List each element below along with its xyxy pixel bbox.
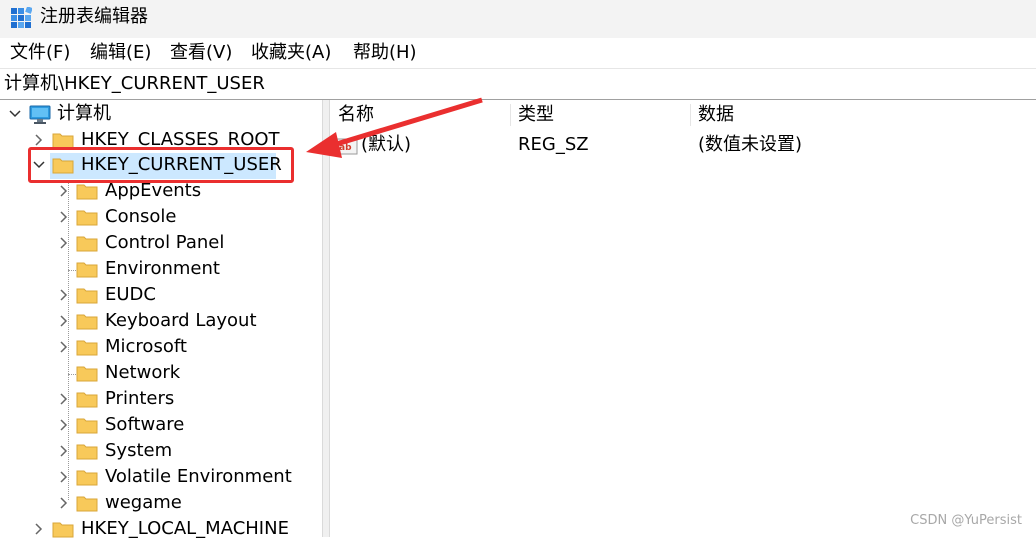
tree-node-child[interactable]: Network: [0, 361, 322, 387]
folder-icon: [52, 522, 74, 538]
folder-icon: [76, 210, 98, 226]
registry-editor-icon: [11, 7, 32, 28]
tree-node-child[interactable]: wegame: [0, 491, 322, 517]
tree-label-child: Environment: [105, 258, 220, 279]
column-header-name[interactable]: 名称: [330, 100, 510, 130]
tree-node-child[interactable]: Keyboard Layout: [0, 309, 322, 335]
tree-node-child[interactable]: System: [0, 439, 322, 465]
menu-file[interactable]: 文件(F): [10, 42, 70, 64]
values-pane[interactable]: 名称 类型 数据 ab (默认) REG_SZ (数值未设置): [330, 100, 1036, 537]
chevron-right-icon[interactable]: [57, 469, 71, 485]
tree-label-child: Printers: [105, 388, 175, 409]
pane-splitter[interactable]: [322, 100, 330, 537]
tree-label-child: System: [105, 440, 173, 461]
tree-node-child[interactable]: Printers: [0, 387, 322, 413]
column-header-type[interactable]: 类型: [510, 100, 690, 130]
chevron-right-icon[interactable]: [32, 132, 46, 148]
chevron-down-icon[interactable]: [8, 106, 22, 122]
title-bar: 注册表编辑器: [0, 0, 1036, 38]
tree-label-child: AppEvents: [105, 180, 202, 201]
menu-bar: 文件(F) 编辑(E) 查看(V) 收藏夹(A) 帮助(H): [0, 38, 1036, 69]
tree-label-child: Volatile Environment: [105, 466, 292, 487]
chevron-right-icon[interactable]: [57, 183, 71, 199]
chevron-right-icon[interactable]: [32, 521, 46, 537]
tree-label-computer: 计算机: [57, 103, 111, 124]
tree-node-child[interactable]: Microsoft: [0, 335, 322, 361]
tree-node-hkey-local-machine[interactable]: HKEY_LOCAL_MACHINE: [0, 517, 322, 543]
folder-icon: [76, 184, 98, 200]
address-bar[interactable]: 计算机\HKEY_CURRENT_USER: [0, 71, 1036, 100]
tree-node-child[interactable]: AppEvents: [0, 179, 322, 205]
folder-icon: [76, 444, 98, 460]
computer-icon: [29, 105, 51, 124]
chevron-right-icon[interactable]: [57, 313, 71, 329]
menu-edit[interactable]: 编辑(E): [90, 42, 151, 64]
folder-icon: [76, 236, 98, 252]
folder-icon: [76, 496, 98, 512]
tree-label-child: Keyboard Layout: [105, 310, 257, 331]
chevron-right-icon[interactable]: [57, 443, 71, 459]
watermark: CSDN @YuPersist: [910, 513, 1022, 528]
tree-node-computer[interactable]: 计算机: [0, 102, 322, 128]
folder-icon: [76, 366, 98, 382]
svg-text:ab: ab: [339, 143, 352, 153]
folder-icon: [76, 470, 98, 486]
column-header-data[interactable]: 数据: [690, 100, 990, 130]
tree-node-child[interactable]: Software: [0, 413, 322, 439]
folder-icon: [76, 340, 98, 356]
tree-node-child[interactable]: Environment: [0, 257, 322, 283]
menu-favorites[interactable]: 收藏夹(A): [251, 42, 331, 64]
tree-label-child: wegame: [105, 492, 182, 513]
tree-node-child[interactable]: Control Panel: [0, 231, 322, 257]
value-type: REG_SZ: [518, 134, 589, 155]
tree-node-child[interactable]: EUDC: [0, 283, 322, 309]
chevron-right-icon[interactable]: [57, 209, 71, 225]
value-name: (默认): [361, 134, 412, 155]
chevron-right-icon[interactable]: [57, 391, 71, 407]
value-data: (数值未设置): [698, 134, 803, 155]
folder-icon: [76, 418, 98, 434]
chevron-right-icon[interactable]: [57, 339, 71, 355]
string-value-icon: ab: [336, 138, 358, 155]
menu-view[interactable]: 查看(V): [170, 42, 232, 64]
folder-icon: [76, 314, 98, 330]
chevron-right-icon[interactable]: [57, 287, 71, 303]
menu-help[interactable]: 帮助(H): [353, 42, 417, 64]
tree-label-child: Software: [105, 414, 185, 435]
tree-node-child[interactable]: Volatile Environment: [0, 465, 322, 491]
tree-node-child[interactable]: Console: [0, 205, 322, 231]
chevron-right-icon[interactable]: [57, 417, 71, 433]
tree-label-child: EUDC: [105, 284, 156, 305]
folder-icon: [76, 392, 98, 408]
window-title: 注册表编辑器: [40, 6, 148, 27]
folder-icon: [76, 262, 98, 278]
tree-label-child: Network: [105, 362, 181, 383]
folder-icon: [76, 288, 98, 304]
tree-label-child: Control Panel: [105, 232, 225, 253]
address-path[interactable]: 计算机\HKEY_CURRENT_USER: [4, 73, 265, 95]
annotation-highlight-box: [28, 147, 294, 183]
tree-label-child: Console: [105, 206, 177, 227]
tree-label-child: Microsoft: [105, 336, 187, 357]
chevron-right-icon[interactable]: [57, 495, 71, 511]
chevron-right-icon[interactable]: [57, 235, 71, 251]
